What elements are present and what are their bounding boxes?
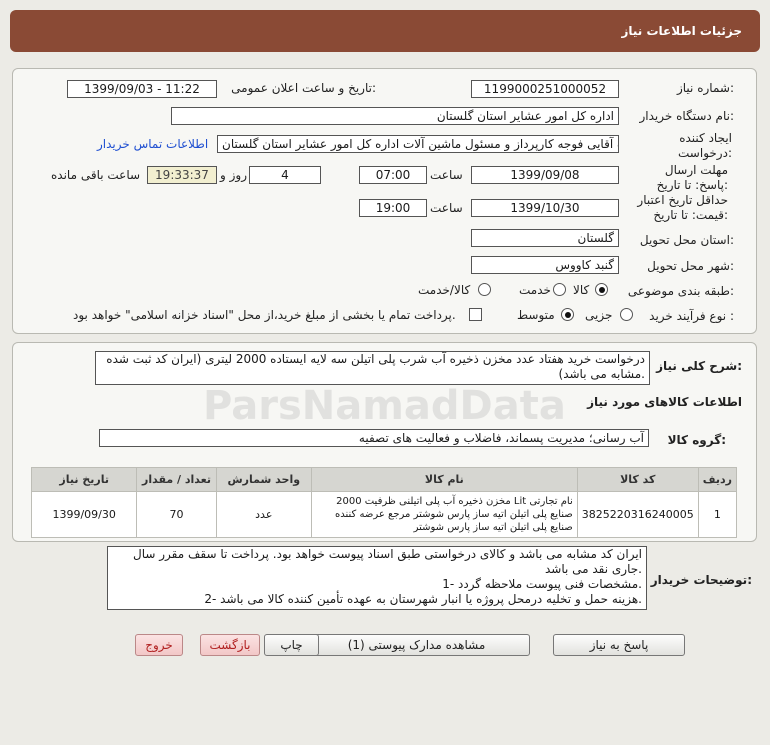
category-radio-goods[interactable] <box>595 283 608 296</box>
requester-label: ایجاد کننده درخواست: <box>678 131 732 160</box>
goods-section-title: اطلاعات کالاهای مورد نیاز <box>587 395 742 409</box>
category-option-service: خدمت <box>519 283 551 297</box>
page-header: جزئیات اطلاعات نیاز <box>10 10 760 52</box>
deadline-time-field: 07:00 <box>359 166 427 184</box>
exit-button[interactable]: خروج <box>135 634 183 656</box>
announce-field: 1399/09/03 - 11:22 <box>67 80 217 98</box>
remaining-time-label: ساعت باقی مانده <box>51 168 141 182</box>
page-title: جزئیات اطلاعات نیاز <box>621 24 742 38</box>
watermark: ParsNamadData <box>203 383 566 429</box>
category-option-goods: کالا <box>573 283 590 297</box>
reply-button[interactable]: پاسخ به نیاز <box>553 634 685 656</box>
buyer-contact-link[interactable]: اطلاعات تماس خریدار <box>97 137 208 151</box>
category-label: طبقه بندی موضوعی: <box>627 284 734 298</box>
province-field: گلستان <box>471 229 619 247</box>
view-attachments-button[interactable]: مشاهده مدارک پیوستی (1) <box>303 634 530 656</box>
goods-table: تاریخ نیاز تعداد / مقدار واحد شمارش نام … <box>30 467 738 538</box>
col-need-date: تاریخ نیاز <box>30 467 138 492</box>
table-row: 1399/09/30 70 عدد مخزن ذخیره آب پلی اتیل… <box>30 491 738 538</box>
city-field: گنبد کاووس <box>471 256 619 274</box>
row-unit: عدد <box>215 491 312 538</box>
category-radio-service[interactable] <box>553 283 566 296</box>
validity-label: حداقل تاریخ اعتبار قیمت: تا تاریخ: <box>637 193 728 222</box>
buyer-notes-label: توضیحات خریدار: <box>650 573 752 587</box>
process-option-minor: جزیی <box>585 308 613 322</box>
row-item-name: مخزن ذخیره آب پلی اتیلنی ظرفیت 2000 Lit … <box>310 491 578 538</box>
print-button[interactable]: چاپ <box>264 634 319 656</box>
back-button[interactable]: بازگشت <box>200 634 260 656</box>
process-radio-minor[interactable] <box>620 308 633 321</box>
summary-field: درخواست خرید هفتاد عدد مخزن ذخیره آب شرب… <box>95 351 650 385</box>
col-item-name: نام کالا <box>310 467 578 492</box>
goods-group-label: گروه کالا: <box>667 433 726 447</box>
row-item-code: 3825220316240005 <box>576 491 699 538</box>
goods-panel: ParsNamadData شرح کلی نیاز: درخواست خرید… <box>12 342 757 542</box>
buyer-field: اداره کل امور عشایر استان گلستان <box>171 107 619 125</box>
validity-time-field: 19:00 <box>359 199 427 217</box>
category-option-goods-service: کالا/خدمت <box>418 283 471 297</box>
row-need-date: 1399/09/30 <box>30 491 138 538</box>
city-label: شهر محل تحویل: <box>647 259 734 273</box>
remaining-days-field: 4 <box>249 166 321 184</box>
requester-field: کاوه آقایی فوجه کارپرداز و مسئول ماشین آ… <box>217 135 619 153</box>
remaining-time-field: 19:33:37 <box>147 166 217 184</box>
deadline-time-label: ساعت <box>430 168 463 182</box>
process-radio-medium[interactable] <box>561 308 574 321</box>
province-label: استان محل تحویل: <box>639 233 734 247</box>
row-quantity: 70 <box>136 491 217 538</box>
process-option-medium: متوسط <box>517 308 555 322</box>
process-label: نوع فرآیند خرید : <box>649 309 734 323</box>
goods-table-header: تاریخ نیاز تعداد / مقدار واحد شمارش نام … <box>30 467 738 492</box>
validity-date-field: 1399/10/30 <box>471 199 619 217</box>
row-number: 1 <box>697 491 738 538</box>
need-number-field: 1199000251000052 <box>471 80 619 98</box>
deadline-date-field: 1399/09/08 <box>471 166 619 184</box>
need-number-label: شماره نیاز: <box>676 81 734 95</box>
summary-label: شرح کلی نیاز: <box>656 359 742 373</box>
col-item-code: کد کالا <box>576 467 699 492</box>
col-quantity: تعداد / مقدار <box>136 467 217 492</box>
treasury-checkbox[interactable] <box>469 308 482 321</box>
category-radio-goods-service[interactable] <box>478 283 491 296</box>
buyer-notes-field: ایران کد مشابه می باشد و کالای درخواستی … <box>107 546 647 610</box>
goods-group-field: آب رسانی؛ مدیریت پسماند، فاضلاب و فعالیت… <box>99 429 649 447</box>
col-unit: واحد شمارش <box>215 467 312 492</box>
need-details-panel: شماره نیاز: 1199000251000052 تاریخ و ساع… <box>12 68 757 334</box>
announce-label: تاریخ و ساعت اعلان عمومی: <box>231 81 376 95</box>
deadline-label: مهلت ارسال پاسخ: تا تاریخ: <box>656 163 728 192</box>
treasury-payment-text: پرداخت تمام یا بخشی از مبلغ خرید،از محل … <box>73 308 456 322</box>
validity-time-label: ساعت <box>430 201 463 215</box>
buyer-label: نام دستگاه خریدار: <box>639 109 735 123</box>
days-label: روز و <box>220 168 247 182</box>
col-row: ردیف <box>697 467 738 492</box>
